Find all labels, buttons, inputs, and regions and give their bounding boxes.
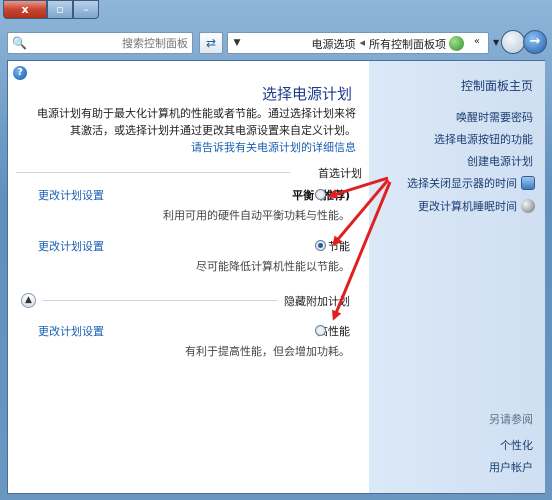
back-arrow-icon: → [529,34,541,49]
plan-high-performance-radio[interactable] [315,325,326,336]
minimize-button[interactable]: – [73,0,99,19]
page-title: 选择电源计划 [261,85,352,103]
plan-power-saver-settings-link[interactable]: 更改计划设置 [38,238,104,254]
page-description: 电源计划有助于最大化计算机的性能或者节能。通过选择计划来将 其激活，或选择计划并… [16,105,356,156]
plan-high-performance-settings-link[interactable]: 更改计划设置 [38,323,104,339]
help-icon[interactable]: ? [13,66,27,80]
sidebar-item-sleep-time[interactable]: 更改计算机睡眠时间 [418,198,517,214]
description-line: 电源计划有助于最大化计算机的性能或者节能。通过选择计划来将 [37,107,356,120]
monitor-icon [521,176,535,190]
description-line: 其激活，或选择计划并通过更改其电源设置来自定义计划。 [70,124,356,137]
refresh-button[interactable]: ⇄ [199,32,223,54]
group-divider [16,172,290,173]
forward-button[interactable] [501,30,525,54]
sidebar-item-power-button[interactable]: 选择电源按钮的功能 [434,131,533,147]
plan-power-saver-description: 尽可能降低计算机性能以节能。 [196,260,350,273]
window-frame: x ▫ – 🔍 ⇄ ▼ 电源选项 ◂ 所有控制面板项 « ▼ → 控制面板主页 … [0,0,552,500]
back-button[interactable]: → [523,30,547,54]
breadcrumb-item[interactable]: 电源选项 [311,36,355,52]
caption-buttons: x ▫ – [3,0,99,19]
breadcrumb-item[interactable]: 所有控制面板项 [369,36,446,52]
plan-high-performance-description: 有利于提高性能，但会增加功耗。 [185,345,350,358]
close-button[interactable]: x [3,0,47,19]
breadcrumb: 电源选项 ◂ 所有控制面板项 [311,36,446,52]
preferred-plans-heading: 首选计划 [318,167,362,180]
chevron-up-icon: ▲ [25,295,32,305]
plan-balanced-settings-link[interactable]: 更改计划设置 [38,187,104,203]
help-link[interactable]: 请告诉我有关电源计划的详细信息 [16,139,356,156]
plan-power-saver-name[interactable]: 节能 [328,238,350,254]
sidebar-item-create-plan[interactable]: 创建电源计划 [467,153,533,169]
plan-balanced-description: 利用可用的硬件自动平衡功耗与性能。 [163,209,350,222]
sidebar-item-home[interactable]: 控制面板主页 [461,77,533,94]
hide-additional-plans-label[interactable]: 隐藏附加计划 [284,293,350,309]
see-also-heading: 另请参阅 [489,413,533,426]
plan-balanced-radio[interactable] [315,189,326,200]
search-icon: 🔍 [12,36,27,50]
group-divider [42,300,278,301]
navigation-pane: 控制面板主页 唤醒时需要密码 选择电源按钮的功能 创建电源计划 选择关闭显示器的… [369,61,545,493]
address-bar[interactable]: ▼ 电源选项 ◂ 所有控制面板项 « [227,32,489,54]
content-area: 控制面板主页 唤醒时需要密码 选择电源按钮的功能 创建电源计划 选择关闭显示器的… [7,60,545,494]
refresh-icon: ⇄ [205,36,217,50]
sidebar-item-wake-password[interactable]: 唤醒时需要密码 [456,109,533,125]
search-box[interactable]: 🔍 [7,32,193,54]
breadcrumb-separator[interactable]: ◂ [359,36,365,52]
address-overflow[interactable]: « [474,36,480,47]
control-panel-icon [449,36,464,51]
sidebar-item-display-off[interactable]: 选择关闭显示器的时间 [407,175,517,191]
sidebar-item-user-accounts[interactable]: 用户帐户 [489,459,533,475]
moon-icon [521,199,535,213]
sidebar-item-personalization[interactable]: 个性化 [500,437,533,453]
maximize-button[interactable]: ▫ [47,0,73,19]
search-input[interactable] [28,34,188,52]
address-dropdown-icon[interactable]: ▼ [230,35,244,51]
history-dropdown-icon[interactable]: ▼ [493,38,499,47]
collapse-button[interactable]: ▲ [21,293,36,308]
toolbar: 🔍 ⇄ ▼ 电源选项 ◂ 所有控制面板项 « ▼ → [7,30,547,56]
plan-power-saver-radio[interactable] [315,240,326,251]
